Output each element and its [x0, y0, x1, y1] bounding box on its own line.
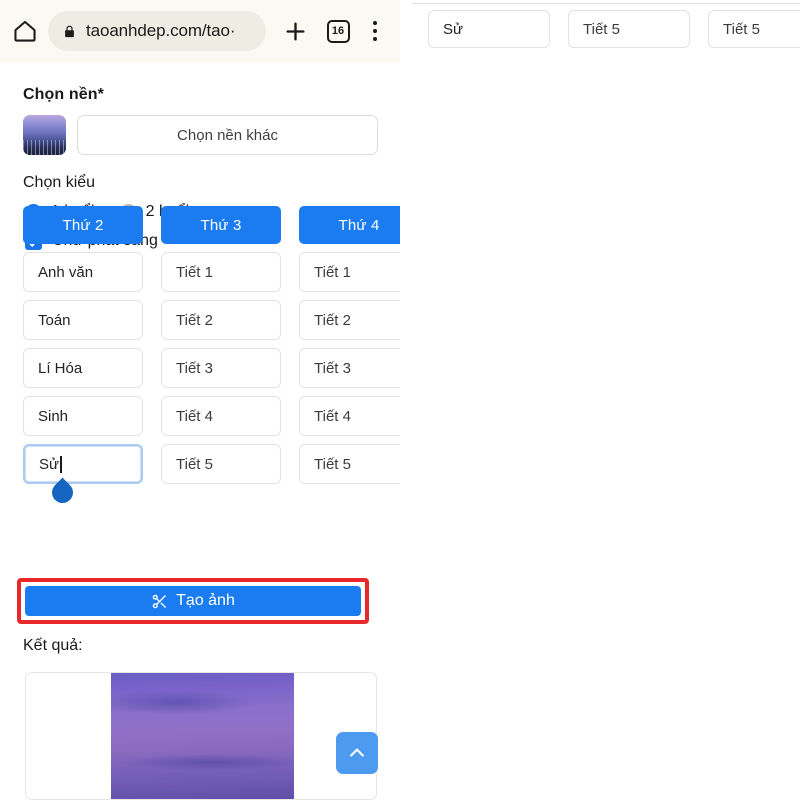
background-thumbnail[interactable]	[23, 115, 66, 155]
scroll-to-top-button-left[interactable]	[336, 732, 378, 774]
create-image-label: Tạo ảnh	[176, 592, 235, 609]
chevron-up-icon	[347, 743, 367, 763]
right-subject-input-3[interactable]: Tiết 5	[708, 10, 800, 48]
subject-input-t4-5[interactable]: Tiết 5	[299, 444, 400, 484]
day-header-thu-2[interactable]: Thứ 2	[23, 206, 143, 244]
right-subject-input-2[interactable]: Tiết 5	[568, 10, 690, 48]
background-section-label: Chọn nền*	[23, 86, 104, 103]
address-bar[interactable]: taoanhdep.com/tao·	[48, 11, 266, 51]
new-tab-icon[interactable]	[278, 18, 312, 45]
focused-input-value: Sử	[39, 455, 60, 473]
screenshot-root: taoanhdep.com/tao· 16 Chọn nền* Chọn nền…	[0, 0, 800, 800]
home-icon[interactable]	[12, 18, 38, 44]
left-result-card	[25, 672, 377, 800]
three-dots-icon[interactable]	[362, 20, 388, 42]
url-text: taoanhdep.com/tao·	[86, 21, 236, 40]
text-cursor-handle[interactable]	[47, 477, 78, 508]
subject-input-t3-4[interactable]: Tiết 4	[161, 396, 281, 436]
lock-icon	[62, 23, 77, 40]
subject-input-t2-5-focused[interactable]: Sử	[23, 444, 143, 508]
panel-divider	[412, 3, 800, 4]
day-column-thu-3: Thứ 3 Tiết 1 Tiết 2 Tiết 3 Tiết 4 Tiết 5	[161, 206, 281, 484]
choose-other-background-button[interactable]: Chọn nền khác	[77, 115, 378, 155]
day-column-thu-4: Thứ 4 Tiết 1 Tiết 2 Tiết 3 Tiết 4 Tiết 5	[299, 206, 400, 484]
style-section-label: Chọn kiểu	[23, 174, 96, 191]
day-column-thu-2: Thứ 2 Anh văn Toán Lí Hóa Sinh Sử	[23, 206, 143, 508]
right-timetable-row: Sử Tiết 5 Tiết 5	[428, 10, 800, 48]
subject-input-t2-2[interactable]: Toán	[23, 300, 143, 340]
subject-input-t2-1[interactable]: Anh văn	[23, 252, 143, 292]
scissors-icon	[151, 593, 168, 610]
tab-count-label: 16	[331, 25, 345, 37]
subject-input-t2-4[interactable]: Sinh	[23, 396, 143, 436]
timetable-input-grid: Thứ 2 Anh văn Toán Lí Hóa Sinh Sử Thứ 3 …	[23, 206, 400, 508]
browser-toolbar: taoanhdep.com/tao· 16	[0, 0, 400, 62]
subject-input-t3-5[interactable]: Tiết 5	[161, 444, 281, 484]
subject-input-t2-3[interactable]: Lí Hóa	[23, 348, 143, 388]
left-panel: taoanhdep.com/tao· 16 Chọn nền* Chọn nền…	[0, 0, 400, 800]
left-result-image	[111, 673, 294, 799]
subject-input-t4-4[interactable]: Tiết 4	[299, 396, 400, 436]
text-caret	[60, 455, 62, 473]
background-picker-row: Chọn nền khác	[23, 115, 400, 155]
right-panel: Sử Tiết 5 Tiết 5 Tạo ảnh Kết quả: Thời	[400, 0, 800, 800]
subject-input-t3-3[interactable]: Tiết 3	[161, 348, 281, 388]
subject-input-t3-2[interactable]: Tiết 2	[161, 300, 281, 340]
day-header-thu-4[interactable]: Thứ 4	[299, 206, 400, 244]
tab-count-button[interactable]: 16	[322, 19, 354, 43]
left-result-label: Kết quả:	[23, 637, 83, 654]
subject-input-t4-2[interactable]: Tiết 2	[299, 300, 400, 340]
subject-input-t4-3[interactable]: Tiết 3	[299, 348, 400, 388]
right-subject-input-1[interactable]: Sử	[428, 10, 550, 48]
subject-input-t4-1[interactable]: Tiết 1	[299, 252, 400, 292]
day-header-thu-3[interactable]: Thứ 3	[161, 206, 281, 244]
create-image-button[interactable]: Tạo ảnh	[25, 586, 361, 616]
subject-input-t3-1[interactable]: Tiết 1	[161, 252, 281, 292]
